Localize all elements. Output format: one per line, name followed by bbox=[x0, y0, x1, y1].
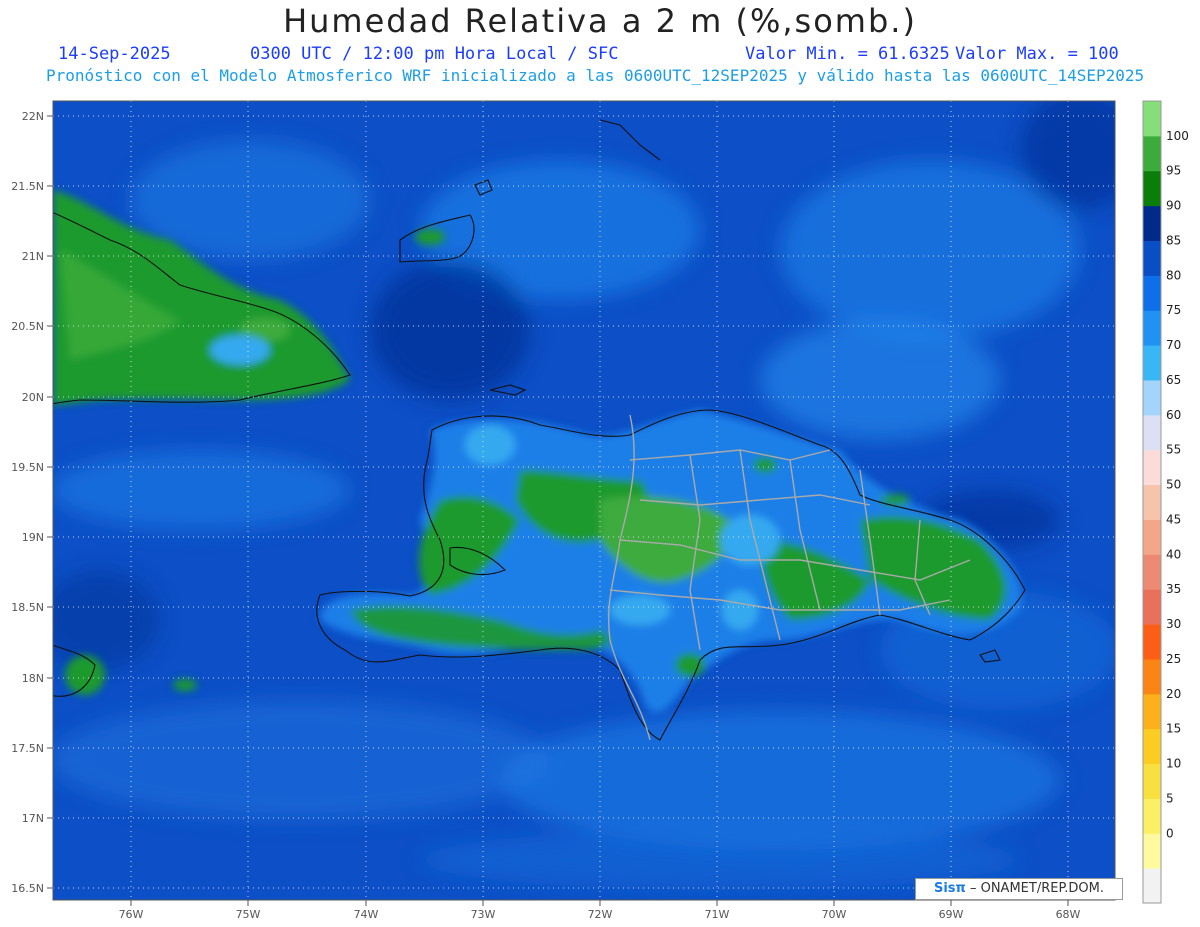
lon-label: 74W bbox=[354, 908, 379, 921]
colorbar-segment bbox=[1143, 589, 1161, 625]
colorbar-segment bbox=[1143, 693, 1161, 730]
lon-label: 72W bbox=[588, 908, 613, 921]
humidity-map: 22N 21.5N 21N 20.5N 20N 19.5N 19N 18.5N … bbox=[11, 100, 1189, 921]
colorbar-label: 80 bbox=[1166, 268, 1181, 282]
colorbar-label: 60 bbox=[1166, 408, 1181, 422]
lat-label: 21N bbox=[22, 250, 44, 263]
lon-label: 73W bbox=[471, 908, 496, 921]
sispi-logo: Sisπ bbox=[933, 881, 966, 896]
colorbar-segment bbox=[1143, 554, 1161, 590]
colorbar-label: 70 bbox=[1166, 338, 1181, 352]
lat-label: 19.5N bbox=[11, 461, 44, 474]
colorbar-segment bbox=[1143, 763, 1161, 799]
colorbar-segment bbox=[1143, 519, 1161, 555]
lon-label: 69W bbox=[939, 908, 964, 921]
colorbar-label: 65 bbox=[1166, 373, 1181, 387]
colorbar-labels: 0 5 10 15 20 25 30 35 40 45 50 55 60 65 70 75 80 85 90 95 10… bbox=[1166, 129, 1189, 840]
lon-label: 75W bbox=[236, 908, 261, 921]
lon-label: 70W bbox=[822, 908, 847, 921]
credit-box: Sisπ – ONAMET/REP.DOM. bbox=[915, 878, 1123, 900]
colorbar-segment bbox=[1143, 624, 1161, 660]
colorbar-label: 40 bbox=[1166, 547, 1181, 561]
colorbar-segment bbox=[1143, 658, 1161, 695]
colorbar-label: 75 bbox=[1166, 303, 1181, 317]
colorbar-label: 85 bbox=[1166, 233, 1181, 247]
colorbar-label: 50 bbox=[1166, 478, 1181, 492]
lat-label: 16.5N bbox=[11, 882, 44, 895]
colorbar-label: 55 bbox=[1166, 443, 1181, 457]
colorbar-segment bbox=[1143, 101, 1161, 137]
lon-label: 71W bbox=[705, 908, 730, 921]
colorbar-label: 10 bbox=[1166, 757, 1181, 771]
colorbar-segment bbox=[1143, 135, 1161, 172]
colorbar-label: 95 bbox=[1166, 164, 1181, 178]
latitude-labels: 22N 21.5N 21N 20.5N 20N 19.5N 19N 18.5N … bbox=[11, 110, 44, 895]
lat-label: 19N bbox=[22, 531, 44, 544]
colorbar-segment bbox=[1143, 449, 1161, 486]
colorbar-segment bbox=[1143, 240, 1161, 276]
lat-label: 17N bbox=[22, 812, 44, 825]
colorbar-segment bbox=[1143, 798, 1161, 834]
lat-label: 18N bbox=[22, 672, 44, 685]
colorbar-segment bbox=[1143, 414, 1161, 451]
colorbar bbox=[1142, 100, 1162, 904]
lat-label: 20.5N bbox=[11, 320, 44, 333]
lon-label: 76W bbox=[119, 908, 144, 921]
colorbar-segment bbox=[1143, 833, 1161, 869]
colorbar-segment bbox=[1143, 379, 1161, 416]
colorbar-label: 5 bbox=[1166, 791, 1174, 805]
colorbar-segment bbox=[1143, 345, 1161, 381]
colorbar-label: 90 bbox=[1166, 199, 1181, 213]
colorbar-segment bbox=[1143, 205, 1161, 241]
lat-label: 21.5N bbox=[11, 180, 44, 193]
colorbar-label: 100 bbox=[1166, 129, 1189, 143]
colorbar-segment bbox=[1143, 310, 1161, 346]
longitude-labels: 76W 75W 74W 73W 72W 71W 70W 69W 68W bbox=[119, 908, 1081, 921]
colorbar-label: 45 bbox=[1166, 512, 1181, 526]
lat-label: 17.5N bbox=[11, 742, 44, 755]
colorbar-label: 35 bbox=[1166, 582, 1181, 596]
colorbar-label: 30 bbox=[1166, 617, 1181, 631]
colorbar-label: 20 bbox=[1166, 687, 1181, 701]
colorbar-segment bbox=[1143, 484, 1161, 520]
colorbar-segment bbox=[1143, 868, 1161, 904]
lat-label: 18.5N bbox=[11, 601, 44, 614]
colorbar-segment bbox=[1143, 728, 1161, 765]
colorbar-label: 15 bbox=[1166, 722, 1181, 736]
credit-org: – ONAMET/REP.DOM. bbox=[969, 881, 1104, 896]
lat-label: 22N bbox=[22, 110, 44, 123]
colorbar-label: 0 bbox=[1166, 826, 1174, 840]
colorbar-segment bbox=[1143, 275, 1161, 311]
colorbar-label: 25 bbox=[1166, 652, 1181, 666]
lat-label: 20N bbox=[22, 391, 44, 404]
lon-label: 68W bbox=[1056, 908, 1081, 921]
colorbar-segment bbox=[1143, 170, 1161, 207]
